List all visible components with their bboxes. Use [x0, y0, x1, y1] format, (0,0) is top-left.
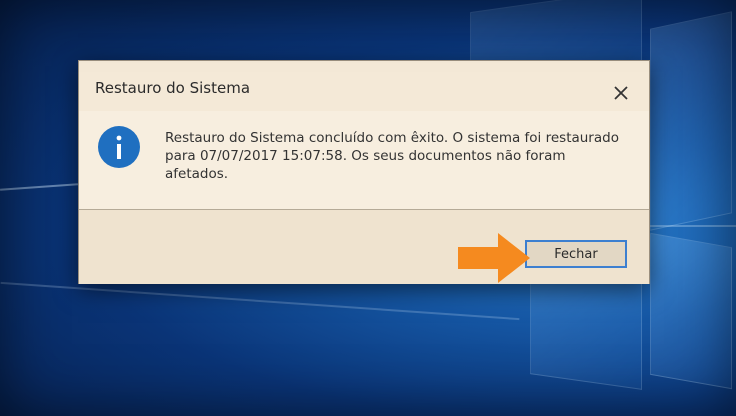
wallpaper-panel — [650, 232, 732, 390]
wallpaper-panel — [650, 11, 732, 231]
system-restore-dialog: Restauro do Sistema Restauro do Sistema … — [78, 60, 650, 284]
wallpaper-light-beam — [0, 183, 78, 191]
dialog-content: Restauro do Sistema concluído com êxito.… — [79, 111, 649, 209]
dialog-message: Restauro do Sistema concluído com êxito.… — [165, 130, 619, 182]
close-button[interactable] — [609, 81, 633, 105]
desktop-background: Restauro do Sistema Restauro do Sistema … — [0, 0, 736, 416]
dialog-title: Restauro do Sistema — [95, 79, 251, 97]
close-icon — [614, 86, 628, 100]
close-dialog-button[interactable]: Fechar — [525, 240, 627, 268]
info-icon — [98, 126, 140, 168]
wallpaper-light-beam — [0, 281, 520, 321]
wallpaper-light-beam — [648, 225, 736, 227]
arrow-right-icon — [458, 233, 530, 283]
dialog-footer: Fechar — [79, 209, 649, 284]
dialog-title-bar[interactable]: Restauro do Sistema — [79, 61, 649, 111]
